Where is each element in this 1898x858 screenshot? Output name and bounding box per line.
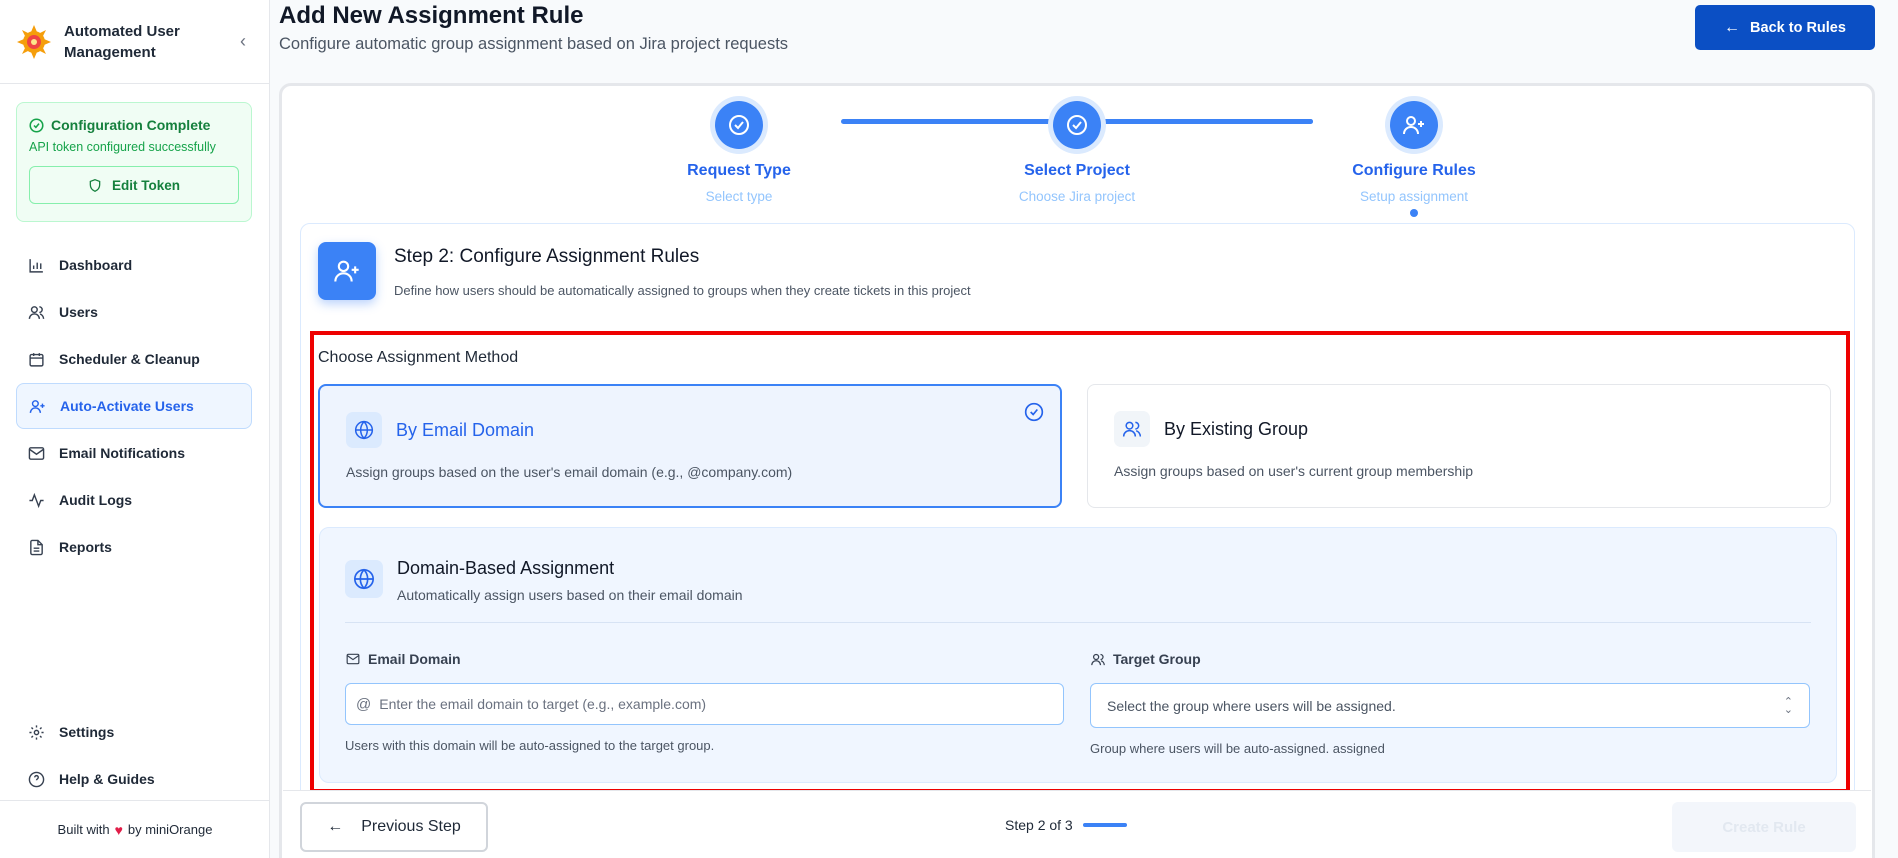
step-select-project: Select Project Choose Jira project [967, 101, 1187, 204]
activity-icon [29, 492, 44, 508]
config-title-text: Configuration Complete [51, 117, 211, 133]
config-title: Configuration Complete [29, 117, 239, 133]
step-progress-bar [1082, 823, 1127, 827]
brand-title: Automated User Management [64, 22, 180, 61]
sidebar-item-users[interactable]: Users [16, 289, 252, 335]
sidebar-item-label: Help & Guides [59, 771, 155, 787]
sidebar: Automated User Management ‹ Configuratio… [0, 0, 270, 858]
sidebar-item-settings[interactable]: Settings [16, 709, 252, 755]
sidebar-item-email-notifications[interactable]: Email Notifications [16, 430, 252, 476]
step-circle [1390, 101, 1438, 149]
previous-step-button[interactable]: ← Previous Step [300, 802, 488, 852]
step-label: Select Project [1024, 162, 1130, 179]
step-configure-rules: Configure Rules Setup assignment [1304, 101, 1524, 217]
current-step-dot [1410, 209, 1418, 217]
config-status-card: Configuration Complete API token configu… [16, 102, 252, 222]
create-rule-label: Create Rule [1722, 818, 1806, 836]
panel-header-icon [318, 242, 376, 300]
arrow-left-icon: ← [327, 818, 344, 835]
create-rule-button[interactable]: Create Rule [1672, 802, 1856, 852]
sidebar-item-scheduler[interactable]: Scheduler & Cleanup [16, 336, 252, 382]
sidebar-item-label: Audit Logs [59, 492, 133, 508]
sidebar-item-dashboard[interactable]: Dashboard [16, 242, 252, 288]
sidebar-item-label: Auto-Activate Users [60, 398, 194, 414]
check-circle-icon [729, 115, 749, 135]
sidebar-item-audit-logs[interactable]: Audit Logs [16, 477, 252, 523]
step-sub: Select type [705, 189, 773, 204]
sidebar-item-help[interactable]: Help & Guides [16, 756, 252, 802]
config-subtitle: API token configured successfully [29, 140, 216, 154]
heart-icon: ♥ [114, 821, 123, 838]
user-plus-icon [29, 399, 45, 413]
sidebar-item-label: Dashboard [59, 257, 133, 273]
user-plus-icon [334, 260, 359, 282]
step-sub: Choose Jira project [1018, 189, 1136, 204]
user-plus-icon [1403, 116, 1424, 135]
highlight-box [310, 331, 1850, 793]
back-to-rules-button[interactable]: ← Back to Rules [1695, 5, 1875, 50]
shield-icon [89, 178, 101, 192]
sidebar-footer: Built with ♥ by miniOrange [0, 800, 270, 858]
arrow-left-icon: ← [1724, 18, 1741, 36]
chevron-left-icon[interactable]: ‹ [233, 31, 253, 52]
sidebar-item-label: Reports [59, 539, 112, 555]
page-subtitle: Configure automatic group assignment bas… [279, 35, 789, 53]
step-counter-text: Step 2 of 3 [1005, 817, 1073, 833]
check-circle-icon [29, 117, 44, 133]
gear-icon [29, 724, 44, 740]
step-circle [1053, 101, 1101, 149]
bar-chart-icon [29, 258, 43, 273]
sidebar-nav: Dashboard Users Scheduler & Cleanup Auto… [16, 242, 252, 571]
back-to-rules-label: Back to Rules [1750, 19, 1846, 36]
help-circle-icon [28, 771, 45, 787]
previous-step-label: Previous Step [361, 818, 461, 835]
check-circle-icon [1067, 115, 1087, 135]
step-label: Request Type [687, 162, 791, 179]
panel-title: Step 2: Configure Assignment Rules [394, 246, 700, 267]
sidebar-item-label: Scheduler & Cleanup [59, 351, 200, 367]
page-title: Add New Assignment Rule [279, 2, 584, 29]
footer-suffix: by miniOrange [127, 822, 213, 837]
mail-icon [28, 446, 45, 460]
sidebar-bottom-nav: Settings Help & Guides [16, 709, 252, 803]
edit-token-label: Edit Token [111, 177, 180, 193]
sidebar-item-auto-activate[interactable]: Auto-Activate Users [16, 383, 252, 429]
sidebar-item-label: Email Notifications [59, 445, 186, 461]
brand: Automated User Management ‹ [0, 0, 269, 84]
sidebar-item-label: Users [59, 304, 98, 320]
step-request-type: Request Type Select type [629, 101, 849, 204]
step-sub: Setup assignment [1359, 189, 1469, 204]
footer-prefix: Built with [57, 822, 110, 837]
step-counter: Step 2 of 3 [1005, 817, 1127, 833]
sidebar-item-reports[interactable]: Reports [16, 524, 252, 570]
step-circle [715, 101, 763, 149]
file-text-icon [30, 539, 43, 555]
calendar-icon [29, 352, 44, 367]
sidebar-item-label: Settings [59, 724, 115, 740]
edit-token-button[interactable]: Edit Token [29, 166, 239, 204]
panel-description: Define how users should be automatically… [394, 283, 971, 298]
step-label: Configure Rules [1352, 162, 1476, 179]
sun-logo-icon [17, 24, 51, 59]
users-icon [28, 305, 45, 319]
